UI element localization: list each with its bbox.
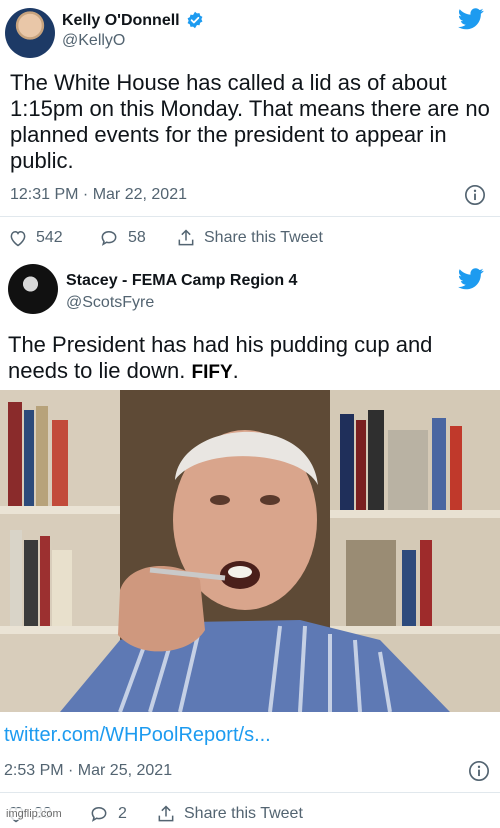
tweet-actions: 38 2 Share this Tweet [0,804,500,828]
tweet-timestamp[interactable]: 12:31 PM · Mar 22, 2021 [10,186,187,204]
author-name[interactable]: Kelly O'Donnell [62,12,180,30]
fify-label: FIFY [191,362,233,383]
share-button[interactable]: Share this Tweet [156,804,303,824]
tweet-actions: 542 58 Share this Tweet [0,228,500,252]
tweet-link[interactable]: twitter.com/WHPoolReport/s... [4,724,271,747]
reply-icon [91,806,107,822]
avatar[interactable] [8,264,58,314]
share-icon [158,805,174,822]
info-icon[interactable] [464,184,486,206]
heart-icon [10,230,26,247]
like-count: 542 [36,229,63,246]
divider [0,792,500,793]
tweet-scotsfyre: Stacey - FEMA Camp Region 4 @ScotsFyre T… [0,256,500,824]
reply-icon [101,230,117,246]
verified-badge-icon [187,11,203,29]
share-label: Share this Tweet [184,805,303,822]
tweet-kellyo: Kelly O'Donnell @KellyO The White House … [0,0,500,256]
reply-count: 2 [118,805,127,822]
divider [0,216,500,217]
info-icon[interactable] [468,760,490,782]
photo-illustration [0,390,500,712]
share-label: Share this Tweet [204,229,323,246]
author-handle[interactable]: @KellyO [62,32,125,50]
tweet-text-period: . [232,358,239,383]
tweet-text: The White House has called a lid as of a… [10,70,490,173]
avatar[interactable] [5,8,55,58]
tweet-photo[interactable] [0,390,500,712]
reply-button[interactable]: 58 [98,228,146,248]
reply-count: 58 [128,229,146,246]
twitter-bird-icon[interactable] [458,268,484,290]
tweet-text: The President has had his pudding cup an… [8,332,494,386]
share-icon [178,229,194,246]
reply-button[interactable]: 2 [88,804,127,824]
tweet-timestamp[interactable]: 2:53 PM · Mar 25, 2021 [4,762,172,780]
author-handle[interactable]: @ScotsFyre [66,294,154,312]
share-button[interactable]: Share this Tweet [176,228,323,248]
like-button[interactable]: 542 [8,228,63,248]
author-name[interactable]: Stacey - FEMA Camp Region 4 [66,272,297,290]
imgflip-watermark: imgflip.com [4,808,64,820]
twitter-bird-icon[interactable] [458,8,484,30]
